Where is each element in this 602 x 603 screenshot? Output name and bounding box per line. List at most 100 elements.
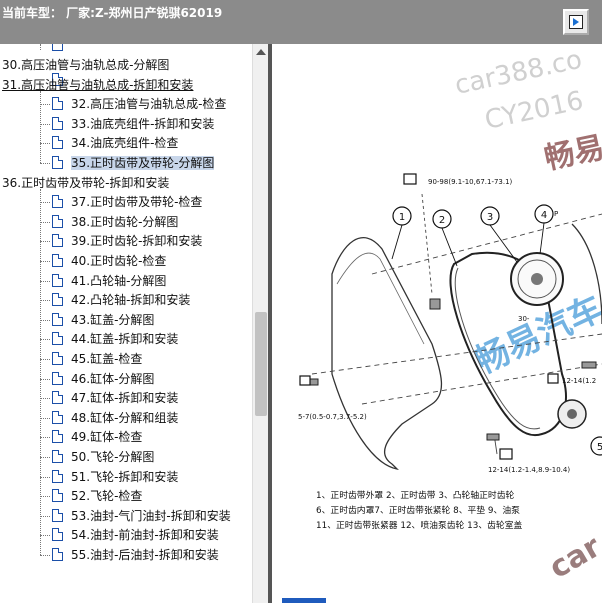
document-icon <box>52 97 63 111</box>
document-icon <box>52 410 63 424</box>
tree-item[interactable]: 50.飞轮-分解图 <box>52 447 154 467</box>
tree-item-label: 52.飞轮-检查 <box>71 489 143 504</box>
scrollbar-thumb[interactable] <box>255 312 267 416</box>
torque-label: 90-98(9.1-10,67.1-73.1) <box>428 178 513 186</box>
tree-item[interactable]: 51.飞轮-拆卸和安装 <box>52 467 178 487</box>
document-icon <box>52 195 63 209</box>
tree-item[interactable]: 43.缸盖-分解图 <box>52 310 154 330</box>
watermark-text: car <box>544 529 602 586</box>
document-icon <box>52 293 63 307</box>
torque-label: P <box>554 210 558 218</box>
tree-connector <box>40 104 50 106</box>
document-icon <box>52 508 63 522</box>
tree-connector <box>40 319 50 321</box>
tree-item-label: 37.正时齿带及带轮-检查 <box>71 195 203 210</box>
tree-item[interactable]: 49.缸体-检查 <box>52 427 142 447</box>
tree-item[interactable]: 48.缸体-分解和组装 <box>52 408 178 428</box>
document-tree[interactable]: 30.高压油管与油轨总成-分解图 31.高压油管与油轨总成-拆卸和安装 32.高压油… <box>0 44 252 603</box>
tree-item[interactable]: 39.正时齿轮-拆卸和安装 <box>52 231 202 251</box>
next-page-icon <box>569 15 583 29</box>
tree-item-label: 54.油封-前油封-拆卸和安装 <box>71 528 219 543</box>
document-icon <box>52 489 63 503</box>
tree-item[interactable]: 32.高压油管与油轨总成-检查 <box>52 94 226 114</box>
tree-item-label: 33.油底壳组件-拆卸和安装 <box>71 116 215 131</box>
scroll-up-icon[interactable] <box>256 49 266 55</box>
tree-connector <box>40 359 50 360</box>
tree-connector <box>40 202 50 204</box>
callout-number: 4 <box>541 210 547 221</box>
tree-item-label: 40.正时齿轮-检查 <box>71 254 167 268</box>
tree-connector <box>40 241 50 243</box>
tree-item[interactable]: 42.凸轮轴-拆卸和安装 <box>52 290 190 310</box>
tree-item[interactable]: 52.飞轮-检查 <box>52 486 142 506</box>
tree-item[interactable]: 31.高压油管与油轨总成-拆卸和安装 <box>2 75 193 95</box>
tree-connector <box>40 555 50 556</box>
tree-item-label: 32.高压油管与油轨总成-检查 <box>71 97 227 112</box>
document-icon <box>52 391 63 405</box>
tree-item[interactable]: 38.正时齿轮-分解图 <box>52 212 178 232</box>
tree-item-label: 36.正时齿带及带轮-拆卸和安装 <box>2 175 170 190</box>
torque-label: 12-14(1.2 <box>562 377 596 385</box>
tree-connector <box>40 280 50 282</box>
callout-number: 1 <box>399 212 405 223</box>
document-icon <box>52 214 63 228</box>
tree-connector <box>40 221 50 223</box>
tree-item[interactable]: 46.缸体-分解图 <box>52 369 154 389</box>
tree-item[interactable]: 30.高压油管与油轨总成-分解图 <box>2 55 169 75</box>
tree-item[interactable]: 55.油封-后油封-拆卸和安装 <box>52 545 219 565</box>
document-icon <box>52 116 63 130</box>
timing-belt-diagram: car388.co CY2016 畅易 畅易汽车 car 90-98(9.1-1… <box>282 45 602 603</box>
tree-item-label: 42.凸轮轴-拆卸和安装 <box>71 293 191 308</box>
tree-item[interactable]: 45.缸盖-检查 <box>52 349 142 369</box>
document-icon <box>52 450 63 463</box>
tree-connector <box>40 163 50 164</box>
document-icon <box>52 44 63 51</box>
tree-item-label: 34.油底壳组件-检查 <box>71 136 179 151</box>
tree-scrollbar[interactable] <box>252 44 268 603</box>
tree-item[interactable]: 41.凸轮轴-分解图 <box>52 271 166 291</box>
callout-number: 5 <box>597 442 602 453</box>
tree-item-label: 31.高压油管与油轨总成-拆卸和安装 <box>2 77 194 92</box>
tree-item[interactable]: 53.油封-气门油封-拆卸和安装 <box>52 506 231 526</box>
tree-connector <box>40 417 50 419</box>
document-icon <box>52 136 63 150</box>
tree-connector <box>40 261 50 262</box>
tree-item[interactable]: 37.正时齿带及带轮-检查 <box>52 192 202 212</box>
callout-number: 2 <box>439 215 445 226</box>
tree-item[interactable]: 47.缸体-拆卸和安装 <box>52 388 178 408</box>
tree-item-label: 55.油封-后油封-拆卸和安装 <box>71 548 219 562</box>
tree-item-label: 50.飞轮-分解图 <box>71 450 155 464</box>
tree-item-label: 51.飞轮-拆卸和安装 <box>71 469 179 484</box>
document-icon <box>52 548 63 561</box>
tree-item-label: 49.缸体-检查 <box>71 430 143 445</box>
tree-item[interactable]: 34.油底壳组件-检查 <box>52 133 178 153</box>
watermark-text: CY2016 <box>482 86 586 136</box>
tree-item[interactable]: 33.油底壳组件-拆卸和安装 <box>52 114 214 134</box>
document-icon <box>52 312 63 326</box>
torque-label: 5-7(0.5-0.7,3.7-5.2) <box>298 413 367 421</box>
title-bar: 当前车型： 厂家:Z-郑州日产锐骐62019 <box>0 0 602 44</box>
document-icon <box>52 528 63 542</box>
tree-connector <box>40 378 50 380</box>
current-vehicle-title: 当前车型： 厂家:Z-郑州日产锐骐62019 <box>2 6 223 20</box>
tree-item[interactable]: 54.油封-前油封-拆卸和安装 <box>52 525 219 545</box>
tree-item-label: 46.缸体-分解图 <box>71 371 155 386</box>
document-icon <box>52 469 63 483</box>
tree-item-label: 39.正时齿轮-拆卸和安装 <box>71 234 203 249</box>
tree-item-label: 38.正时齿轮-分解图 <box>71 214 179 229</box>
tree-connector <box>40 535 50 537</box>
torque-label: 12-14(1.2-1.4,8.9-10.4) <box>488 466 570 474</box>
document-icon <box>52 371 63 385</box>
tree-connector <box>40 457 50 458</box>
tree-connector <box>40 44 41 50</box>
tree-connector <box>40 123 50 125</box>
tree-item-label: 41.凸轮轴-分解图 <box>71 273 167 288</box>
next-page-button[interactable] <box>563 9 589 35</box>
tree-item[interactable]: 40.正时齿轮-检查 <box>52 251 166 271</box>
tree-item-label: 48.缸体-分解和组装 <box>71 410 179 425</box>
tree-item[interactable]: 44.缸盖-拆卸和安装 <box>52 329 178 349</box>
tree-item[interactable]: 35.正时齿带及带轮-分解图 <box>52 153 215 173</box>
tree-item[interactable]: 36.正时齿带及带轮-拆卸和安装 <box>2 173 169 193</box>
tree-connector <box>40 188 41 555</box>
tree-item-label: 30.高压油管与油轨总成-分解图 <box>2 58 170 72</box>
